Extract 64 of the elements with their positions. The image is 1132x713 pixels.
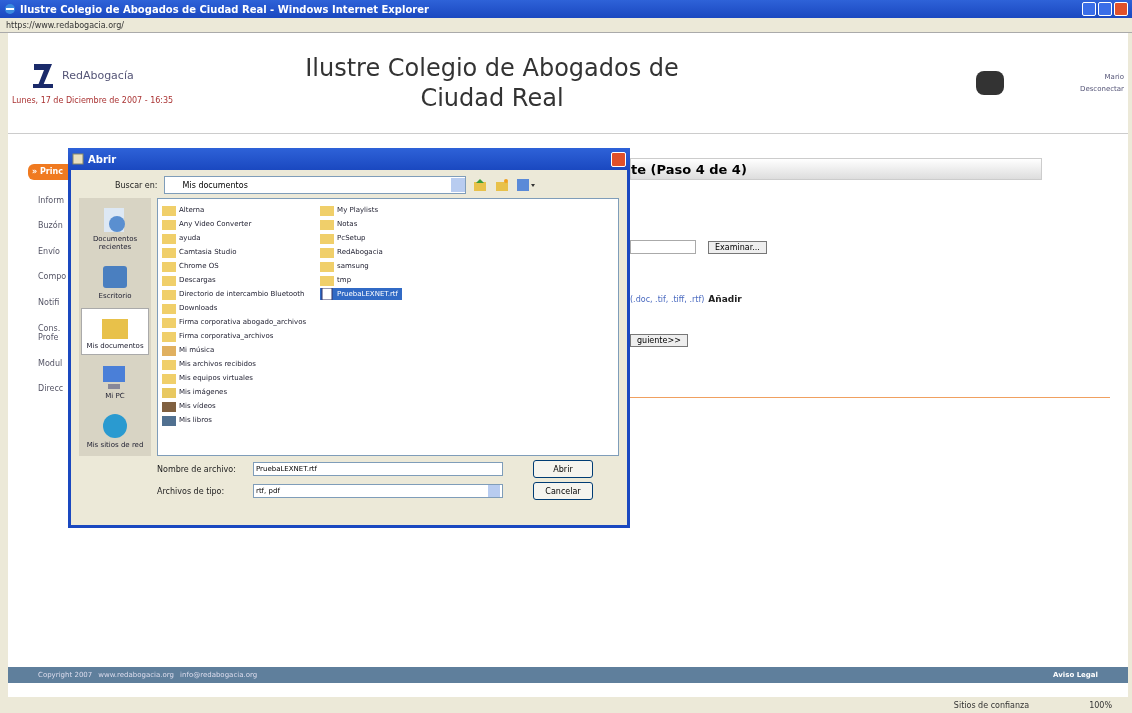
brand-name: RedAbogacía — [62, 69, 134, 82]
folder-icon — [162, 274, 176, 286]
window-title: Ilustre Colegio de Abogados de Ciudad Real - Windows Internet Explorer — [20, 3, 430, 15]
look-in-label: Buscar en: — [115, 180, 158, 190]
folder-icon — [320, 246, 335, 258]
folder-icon — [162, 288, 176, 300]
close-button[interactable] — [611, 151, 626, 167]
folder-icon — [162, 358, 176, 370]
sidebar-item[interactable]: Notifi — [8, 297, 70, 308]
formats-text: (.doc, .tif, .tiff, .rtf) — [630, 294, 705, 304]
folder-icon — [162, 246, 176, 258]
up-folder-icon[interactable] — [471, 177, 488, 193]
folder-icon — [320, 274, 335, 286]
folder-icon — [162, 302, 176, 314]
folder-icon — [162, 232, 176, 244]
folder-icon — [162, 400, 176, 412]
minimize-button[interactable] — [1082, 2, 1096, 16]
sidebar-item[interactable]: Compo — [8, 272, 70, 282]
look-in-value: Mis documentos — [181, 180, 248, 190]
folder-icon — [162, 218, 176, 230]
folder-icon — [320, 218, 335, 230]
file-type-label: Archivos de tipo: — [157, 486, 226, 496]
look-in-dropdown[interactable]: Mis documentos — [163, 176, 466, 194]
address-bar[interactable]: https://www.redabogacia.org/ — [0, 18, 1132, 33]
file-path-field[interactable] — [630, 240, 696, 254]
url-text: https://www.redabogacia.org/ — [6, 20, 124, 30]
folder-icon — [162, 260, 176, 272]
page-title: Ilustre Colegio de Abogados de Ciudad Real — [304, 53, 680, 113]
globe-icon — [100, 412, 130, 440]
browse-button[interactable]: Examinar... — [708, 240, 767, 254]
dialog-icon — [72, 153, 84, 165]
security-zone: Sitios de confianza — [953, 700, 1030, 710]
folder-icon — [162, 344, 176, 356]
dialog-title: Abrir — [88, 153, 118, 165]
folder-icon — [320, 260, 335, 272]
add-link[interactable]: Añadir — [708, 294, 742, 304]
sidebar-item[interactable]: Envío — [8, 246, 70, 257]
open-button[interactable]: Abrir — [533, 460, 593, 478]
step-heading: te (Paso 4 de 4) — [631, 161, 747, 177]
logo-icon — [32, 61, 54, 90]
zoom-level[interactable]: 100% — [1089, 700, 1112, 710]
filename-label: Nombre de archivo: — [157, 464, 237, 474]
sidebar-item[interactable]: Modul — [8, 358, 70, 369]
sidebar-item[interactable]: Inform — [8, 195, 70, 206]
folder-icon — [320, 204, 335, 216]
folder-icon — [162, 204, 176, 216]
folder-icon — [320, 232, 335, 244]
new-folder-icon[interactable] — [493, 177, 510, 193]
document-icon — [320, 288, 335, 300]
folder-icon — [162, 330, 176, 342]
folder-icon — [162, 414, 176, 426]
browser-icon — [4, 3, 16, 15]
cancel-button[interactable]: Cancelar — [533, 482, 593, 500]
sidebar-item[interactable]: Cons. Profe — [8, 323, 70, 343]
folder-icon — [162, 372, 176, 384]
sidebar-item[interactable]: Buzón — [8, 221, 70, 231]
date-text: Lunes, 17 de Diciembre de 2007 - 16:35 — [12, 95, 175, 105]
next-button[interactable]: guiente>> — [630, 334, 688, 347]
close-button[interactable] — [1114, 2, 1128, 16]
folder-icon — [162, 386, 176, 398]
folder-icon — [162, 316, 176, 328]
sidebar-item[interactable]: Direcc — [8, 384, 70, 394]
maximize-button[interactable] — [1098, 2, 1112, 16]
view-menu-icon[interactable] — [515, 177, 536, 193]
